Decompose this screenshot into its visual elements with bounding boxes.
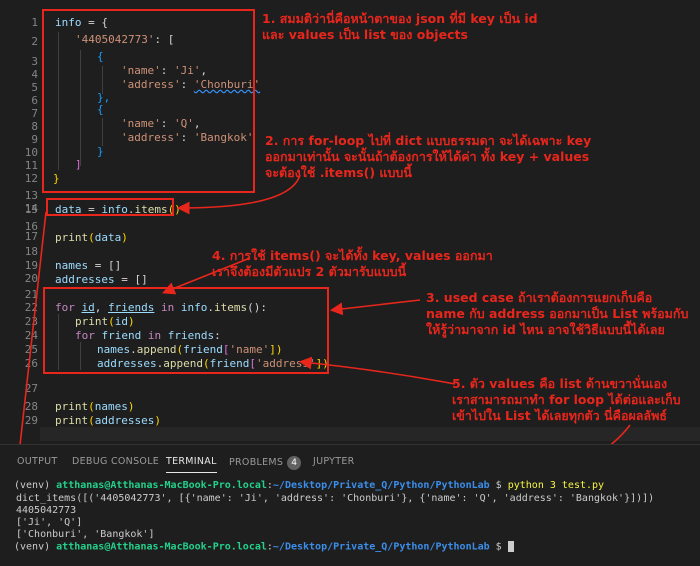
tab-problems-label: PROBLEMS bbox=[229, 457, 284, 468]
tab-terminal[interactable]: TERMINAL bbox=[166, 456, 217, 473]
arrow-annotation-2 bbox=[176, 174, 301, 215]
terminal-line-command: (venv) atthanas@Atthanas-MacBook-Pro.loc… bbox=[14, 480, 605, 491]
tab-jupyter[interactable]: JUPYTER bbox=[313, 456, 355, 467]
problems-count-badge: 4 bbox=[287, 456, 302, 470]
terminal-output-2: 4405042773 bbox=[16, 505, 77, 516]
panel-tabs: OUTPUT DEBUG CONSOLE TERMINAL PROBLEMS 4 … bbox=[0, 452, 700, 473]
tab-output[interactable]: OUTPUT bbox=[17, 456, 58, 467]
terminal-output-3: ['Ji', 'Q'] bbox=[16, 517, 83, 528]
terminal-cursor bbox=[507, 541, 514, 552]
arrow-annotation-3 bbox=[329, 299, 421, 316]
arrow-annotation-5-top bbox=[298, 356, 456, 385]
arrow-annotation-4 bbox=[162, 257, 251, 295]
tab-problems[interactable]: PROBLEMS 4 bbox=[229, 456, 302, 470]
tab-debug-console[interactable]: DEBUG CONSOLE bbox=[72, 456, 159, 467]
terminal-line-prompt[interactable]: (venv) atthanas@Atthanas-MacBook-Pro.loc… bbox=[14, 541, 514, 553]
terminal-output-1: dict_items([('4405042773', [{'name': 'Ji… bbox=[16, 493, 655, 504]
terminal-output-4: ['Chonburi', 'Bangkok'] bbox=[16, 529, 155, 540]
